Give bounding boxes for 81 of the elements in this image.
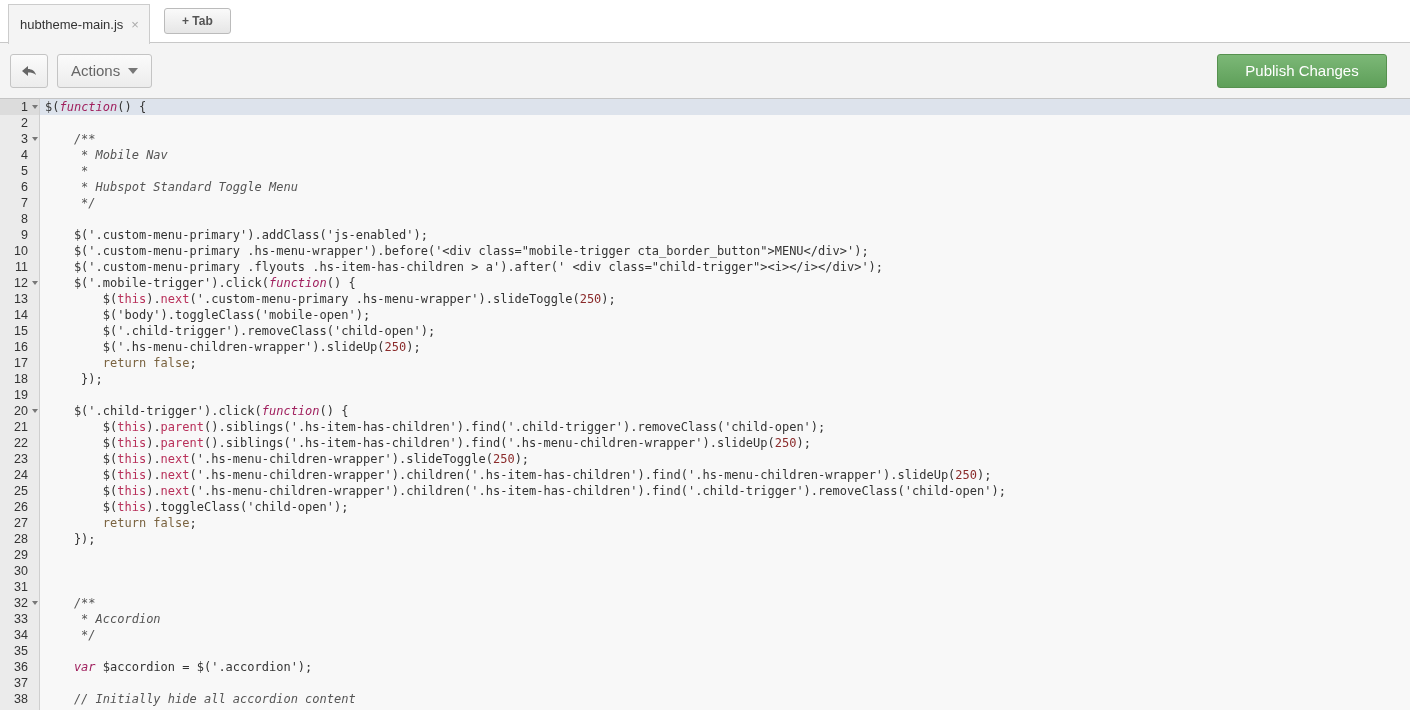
line-number: 17	[13, 355, 28, 371]
code-line: $(this).next('.hs-menu-children-wrapper').slideToggle(250);	[101, 452, 530, 466]
line-number: 27	[13, 515, 28, 531]
line-number: 15	[13, 323, 28, 339]
code-line: $(this).toggleClass('child-open');	[101, 500, 349, 514]
code-line: $('.mobile-trigger').click(function() {	[72, 276, 356, 290]
line-number: 21	[13, 419, 28, 435]
line-number: 20	[13, 403, 28, 419]
code-line: */	[80, 628, 96, 642]
fold-caret-icon[interactable]	[32, 105, 38, 109]
code-line: $(this).next('.custom-menu-primary .hs-menu-wrapper').slideToggle(250);	[101, 292, 616, 306]
code-line: $(this).next('.hs-menu-children-wrapper').children('.hs-item-has-children').find('.hs-menu-children-wrapper').slideUp(250);	[101, 468, 992, 482]
line-number: 13	[13, 291, 28, 307]
line-number: 37	[13, 675, 28, 691]
code-line: return false;	[101, 356, 197, 370]
line-number: 26	[13, 499, 28, 515]
line-number: 5	[20, 163, 28, 179]
line-number: 4	[20, 147, 28, 163]
line-number: 28	[13, 531, 28, 547]
code-line: var $accordion = $('.accordion');	[72, 660, 313, 674]
code-line: // Initially hide all accordion content	[72, 692, 356, 706]
code-line: * Hubspot Standard Toggle Menu	[80, 180, 298, 194]
add-tab-button[interactable]: + Tab	[163, 8, 231, 34]
actions-button[interactable]: Actions	[57, 53, 153, 88]
code-line: * Mobile Nav	[80, 148, 168, 162]
code-line: $(this).parent().siblings('.hs-item-has-children').find('.child-trigger').removeClass('child-open');	[101, 420, 826, 434]
line-number: 24	[13, 467, 28, 483]
fold-caret-icon[interactable]	[32, 137, 38, 141]
line-number: 30	[13, 563, 28, 579]
code-line: $('.child-trigger').click(function() {	[72, 404, 349, 418]
code-line: *	[80, 164, 89, 178]
line-number: 11	[14, 259, 28, 275]
line-number: 32	[13, 595, 28, 611]
line-number: 35	[13, 643, 28, 659]
line-number: 22	[13, 435, 28, 451]
code-line: */	[80, 196, 96, 210]
code-line: $('.hs-menu-children-wrapper').slideUp(250);	[101, 340, 421, 354]
line-number: 38	[13, 691, 28, 707]
line-number: 18	[13, 371, 28, 387]
fold-caret-icon[interactable]	[32, 281, 38, 285]
line-number: 14	[13, 307, 28, 323]
code-line: $('.custom-menu-primary .hs-menu-wrapper').before('<div class="mobile-trigger cta_border_button">MENU</div>');	[72, 244, 869, 258]
code-line: return false;	[101, 516, 197, 530]
back-button[interactable]	[10, 53, 48, 88]
code-line: /**	[72, 596, 96, 610]
line-number: 33	[13, 611, 28, 627]
code-line: });	[80, 372, 103, 386]
line-number: 8	[20, 211, 28, 227]
line-number: 31	[13, 579, 28, 595]
line-number: 3	[20, 131, 28, 147]
code-line: $(this).next('.hs-menu-children-wrapper').children('.hs-item-has-children').find('.child-trigger').removeClass('child-open');	[101, 484, 1006, 498]
line-number: 6	[20, 179, 28, 195]
line-number: 23	[13, 451, 28, 467]
code-line: * Accordion	[80, 612, 161, 626]
code-line: $(function() {	[45, 100, 147, 114]
code-line: /**	[72, 132, 96, 146]
fold-caret-icon[interactable]	[32, 409, 38, 413]
line-number: 29	[13, 547, 28, 563]
file-tab[interactable]: hubtheme-main.js ×	[8, 4, 150, 44]
caret-icon	[128, 67, 139, 74]
line-number: 7	[20, 195, 28, 211]
line-number: 10	[13, 243, 28, 259]
reply-arrow-icon	[22, 65, 36, 76]
tab-label: hubtheme-main.js	[20, 17, 124, 32]
code-line: });	[72, 532, 96, 546]
line-number: 34	[13, 627, 28, 643]
publish-changes-button[interactable]: Publish Changes	[1217, 53, 1387, 88]
code-line: $('.custom-menu-primary .flyouts .hs-item-has-children > a').after(' <div class="child-trigger"><i></i></div>');	[72, 260, 884, 274]
fold-caret-icon[interactable]	[32, 601, 38, 605]
code-line: $(this).parent().siblings('.hs-item-has-children').find('.hs-menu-children-wrapper').slideUp(250);	[101, 436, 811, 450]
line-number: 19	[13, 387, 28, 403]
code-line: $('.custom-menu-primary').addClass('js-enabled');	[72, 228, 428, 242]
line-number: 16	[13, 339, 28, 355]
line-number: 9	[20, 227, 28, 243]
line-number: 2	[20, 115, 28, 131]
line-number: 25	[13, 483, 28, 499]
code-line: $('body').toggleClass('mobile-open');	[101, 308, 371, 322]
code-line: $('.child-trigger').removeClass('child-open');	[101, 324, 436, 338]
line-number: 1	[20, 99, 28, 115]
line-number: 36	[13, 659, 28, 675]
line-number: 12	[13, 275, 28, 291]
